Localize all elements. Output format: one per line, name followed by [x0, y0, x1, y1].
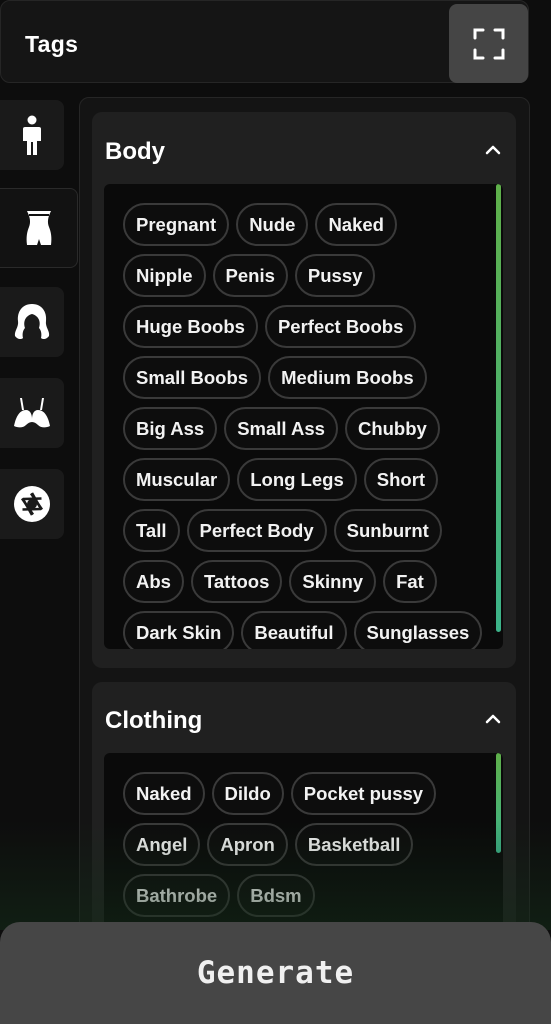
- tag-chip[interactable]: Angel: [123, 823, 201, 866]
- tag-chip[interactable]: Sunglasses: [353, 611, 483, 649]
- tag-chip[interactable]: Pocket pussy: [290, 772, 437, 815]
- tag-chip[interactable]: Bathrobe: [123, 874, 231, 917]
- tag-chip[interactable]: Long Legs: [237, 458, 357, 501]
- tag-chip[interactable]: Chubby: [344, 407, 440, 450]
- tag-chip[interactable]: Pussy: [294, 254, 376, 297]
- body-tag-list: Pregnant Nude Naked Nipple Penis Pussy Huge Bo…: [104, 184, 503, 649]
- tag-chip[interactable]: Fat: [383, 560, 437, 603]
- tags-panel: Body Pregnant Nude Naked Nipple Penis Pussy Hu…: [79, 97, 530, 1024]
- expand-button[interactable]: [449, 4, 528, 83]
- tag-chip[interactable]: Muscular: [123, 458, 231, 501]
- section-title: Clothing: [105, 707, 203, 734]
- fullscreen-icon: [473, 28, 504, 59]
- tag-chip[interactable]: Dildo: [211, 772, 284, 815]
- sidebar-item-body[interactable]: [0, 188, 78, 268]
- person-icon: [23, 115, 41, 155]
- tag-chip[interactable]: Abs: [123, 560, 184, 603]
- tag-chip[interactable]: Pregnant: [123, 203, 230, 246]
- aperture-icon: [14, 486, 50, 522]
- tag-container: Naked Dildo Pocket pussy Angel Apron Basketba…: [123, 772, 485, 917]
- sidebar-item-camera[interactable]: [0, 469, 64, 539]
- sidebar-item-person[interactable]: [0, 100, 64, 170]
- sidebar-item-clothing[interactable]: [0, 378, 64, 448]
- header-title: Tags: [25, 31, 79, 57]
- scrollbar[interactable]: [496, 184, 501, 632]
- tag-chip[interactable]: Nipple: [123, 254, 206, 297]
- tag-chip[interactable]: Naked: [123, 772, 205, 815]
- section-body: Body Pregnant Nude Naked Nipple Penis Pussy Hu…: [92, 112, 516, 668]
- tag-chip[interactable]: Sunburnt: [333, 509, 442, 552]
- tag-chip[interactable]: Dark Skin: [123, 611, 235, 649]
- tag-chip[interactable]: Huge Boobs: [123, 305, 258, 348]
- sidebar-item-hair[interactable]: [0, 287, 64, 357]
- torso-icon: [26, 211, 51, 245]
- tag-chip[interactable]: Short: [363, 458, 439, 501]
- tag-chip[interactable]: Penis: [212, 254, 288, 297]
- tag-chip[interactable]: Basketball: [294, 823, 414, 866]
- bra-icon: [14, 398, 50, 428]
- tag-chip[interactable]: Tall: [123, 509, 180, 552]
- tags-header: Tags: [0, 0, 529, 83]
- tag-chip[interactable]: Perfect Boobs: [264, 305, 417, 348]
- tag-chip[interactable]: Naked: [315, 203, 397, 246]
- scrollbar[interactable]: [496, 753, 501, 853]
- tag-container: Pregnant Nude Naked Nipple Penis Pussy Huge Bo…: [123, 203, 485, 649]
- section-title: Body: [105, 138, 165, 165]
- tag-chip[interactable]: Apron: [207, 823, 288, 866]
- hair-icon: [14, 304, 50, 340]
- chevron-up-icon[interactable]: [484, 710, 502, 728]
- tag-chip[interactable]: Medium Boobs: [268, 356, 427, 399]
- tag-chip[interactable]: Tattoos: [190, 560, 283, 603]
- generate-button[interactable]: Generate: [0, 922, 551, 1024]
- tag-chip[interactable]: Small Boobs: [123, 356, 262, 399]
- tag-chip[interactable]: Skinny: [289, 560, 377, 603]
- tag-chip[interactable]: Beautiful: [241, 611, 347, 649]
- tag-chip[interactable]: Perfect Body: [186, 509, 327, 552]
- tag-chip[interactable]: Nude: [236, 203, 309, 246]
- tag-chip[interactable]: Small Ass: [224, 407, 338, 450]
- tag-chip[interactable]: Bdsm: [237, 874, 315, 917]
- chevron-up-icon[interactable]: [484, 141, 502, 159]
- tag-chip[interactable]: Big Ass: [123, 407, 218, 450]
